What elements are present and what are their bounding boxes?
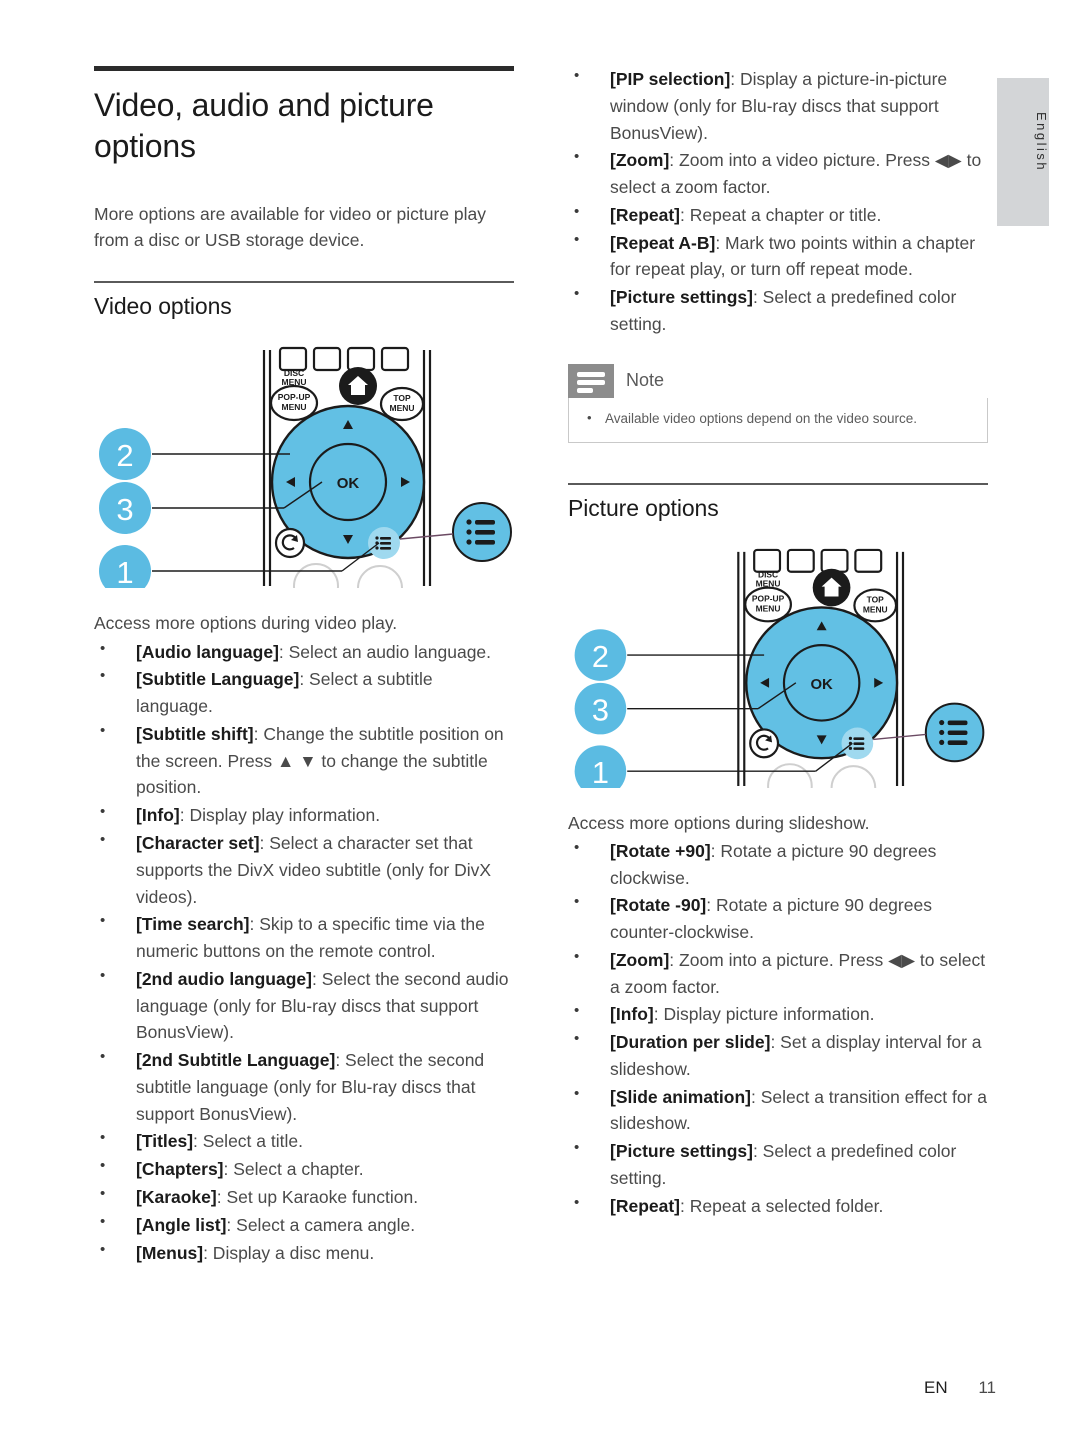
note-icon bbox=[568, 363, 614, 398]
list-item: [Karaoke]: Set up Karaoke function. bbox=[94, 1183, 514, 1211]
lead-paragraph: More options are available for video or … bbox=[94, 203, 487, 251]
document-page: English Video, audio and picture options… bbox=[0, 0, 1080, 1440]
list-item: [Zoom]: Zoom into a picture. Press ◀▶ to… bbox=[568, 946, 988, 1001]
back-icon bbox=[749, 727, 780, 758]
callout-1-label: 1 bbox=[116, 555, 133, 588]
top-menu-label-line2: MENU bbox=[389, 403, 414, 413]
callout-2-label: 2 bbox=[592, 639, 609, 674]
note-body: Available video options depend on the vi… bbox=[568, 397, 988, 443]
remote-control-figure-video: OK DISC MENU POP-UP MENU TOP MENU 2 3 1 bbox=[94, 336, 514, 589]
remote-top-buttons bbox=[278, 347, 410, 372]
page-footer: EN 11 bbox=[0, 1378, 1080, 1398]
list-item: [Rotate -90]: Rotate a picture 90 degree… bbox=[568, 891, 988, 946]
list-item: [Titles]: Select a title. bbox=[94, 1127, 514, 1155]
note-header: Note bbox=[568, 363, 988, 398]
language-tab: English bbox=[997, 78, 1049, 226]
remote-top-buttons bbox=[753, 548, 883, 573]
ok-button-label: OK bbox=[810, 676, 833, 692]
ok-button-label: OK bbox=[337, 475, 360, 492]
video-options-intro: Access more options during video play. bbox=[94, 613, 398, 634]
list-item: [Audio language]: Select an audio langua… bbox=[94, 638, 514, 666]
remote-control-figure-picture: OK DISC MENU POP-UP MENU TOP MENU 2 3 1 bbox=[568, 538, 988, 788]
top-menu-label-line2: MENU bbox=[863, 604, 888, 614]
list-item: [Subtitle Language]: Select a subtitle l… bbox=[94, 665, 514, 720]
list-item: [Repeat A-B]: Mark two points within a c… bbox=[568, 229, 988, 284]
popup-menu-label-line2: MENU bbox=[281, 402, 306, 412]
title-rule bbox=[94, 66, 514, 71]
list-item: [Info]: Display play information. bbox=[94, 801, 514, 829]
list-item: [PIP selection]: Display a picture-in-pi… bbox=[568, 65, 988, 146]
list-item: [Repeat]: Repeat a selected folder. bbox=[568, 1192, 988, 1220]
list-item: [Angle list]: Select a camera angle. bbox=[94, 1211, 514, 1239]
right-column: [PIP selection]: Display a picture-in-pi… bbox=[568, 65, 988, 1221]
popup-menu-label-line1: POP-UP bbox=[278, 392, 311, 402]
list-item: [Menus]: Display a disc menu. bbox=[94, 1239, 514, 1267]
language-tab-label: English bbox=[1034, 112, 1049, 173]
list-item: [Subtitle shift]: Change the subtitle po… bbox=[94, 720, 514, 801]
callout-2-label: 2 bbox=[116, 438, 133, 473]
list-item: [Time search]: Skip to a specific time v… bbox=[94, 910, 514, 965]
list-item: [Slide animation]: Select a transition e… bbox=[568, 1083, 988, 1138]
list-item: [Repeat]: Repeat a chapter or title. bbox=[568, 201, 988, 229]
left-column: Video, audio and picture options More op… bbox=[94, 66, 514, 1267]
back-icon bbox=[274, 528, 306, 559]
list-item: [2nd audio language]: Select the second … bbox=[94, 965, 514, 1046]
note-callout: Note Available video options depend on t… bbox=[568, 363, 988, 443]
list-item: [Character set]: Select a character set … bbox=[94, 829, 514, 910]
picture-options-heading: Picture options bbox=[568, 494, 719, 521]
footer-page-number: 11 bbox=[978, 1378, 996, 1397]
video-options-heading: Video options bbox=[94, 293, 232, 320]
picture-options-list: [Rotate +90]: Rotate a picture 90 degree… bbox=[568, 837, 988, 1220]
top-menu-label-line1: TOP bbox=[867, 594, 885, 604]
list-item: [Chapters]: Select a chapter. bbox=[94, 1155, 514, 1183]
video-options-list: [Audio language]: Select an audio langua… bbox=[94, 638, 514, 1267]
video-options-list-continued: [PIP selection]: Display a picture-in-pi… bbox=[568, 65, 988, 338]
callout-1-label: 1 bbox=[592, 755, 609, 788]
list-item: [Info]: Display picture information. bbox=[568, 1000, 988, 1028]
note-title: Note bbox=[626, 370, 665, 391]
page-title: Video, audio and picture options bbox=[94, 87, 434, 164]
list-item: [Rotate +90]: Rotate a picture 90 degree… bbox=[568, 837, 988, 892]
callout-3-label: 3 bbox=[592, 692, 609, 727]
list-item: [2nd Subtitle Language]: Select the seco… bbox=[94, 1046, 514, 1127]
top-menu-label-line1: TOP bbox=[393, 393, 411, 403]
list-item: [Zoom]: Zoom into a video picture. Press… bbox=[568, 146, 988, 201]
footer-language-code: EN bbox=[923, 1378, 948, 1397]
note-item: Available video options depend on the vi… bbox=[583, 409, 973, 429]
callout-3-label: 3 bbox=[116, 492, 133, 527]
list-item: [Picture settings]: Select a predefined … bbox=[568, 283, 988, 338]
picture-options-intro: Access more options during slideshow. bbox=[568, 812, 870, 833]
popup-menu-label-line2: MENU bbox=[756, 603, 781, 613]
list-item: [Duration per slide]: Set a display inte… bbox=[568, 1028, 988, 1083]
video-section-rule bbox=[94, 281, 514, 284]
popup-menu-label-line1: POP-UP bbox=[752, 593, 785, 603]
list-item: [Picture settings]: Select a predefined … bbox=[568, 1137, 988, 1192]
picture-section-rule bbox=[568, 482, 988, 485]
